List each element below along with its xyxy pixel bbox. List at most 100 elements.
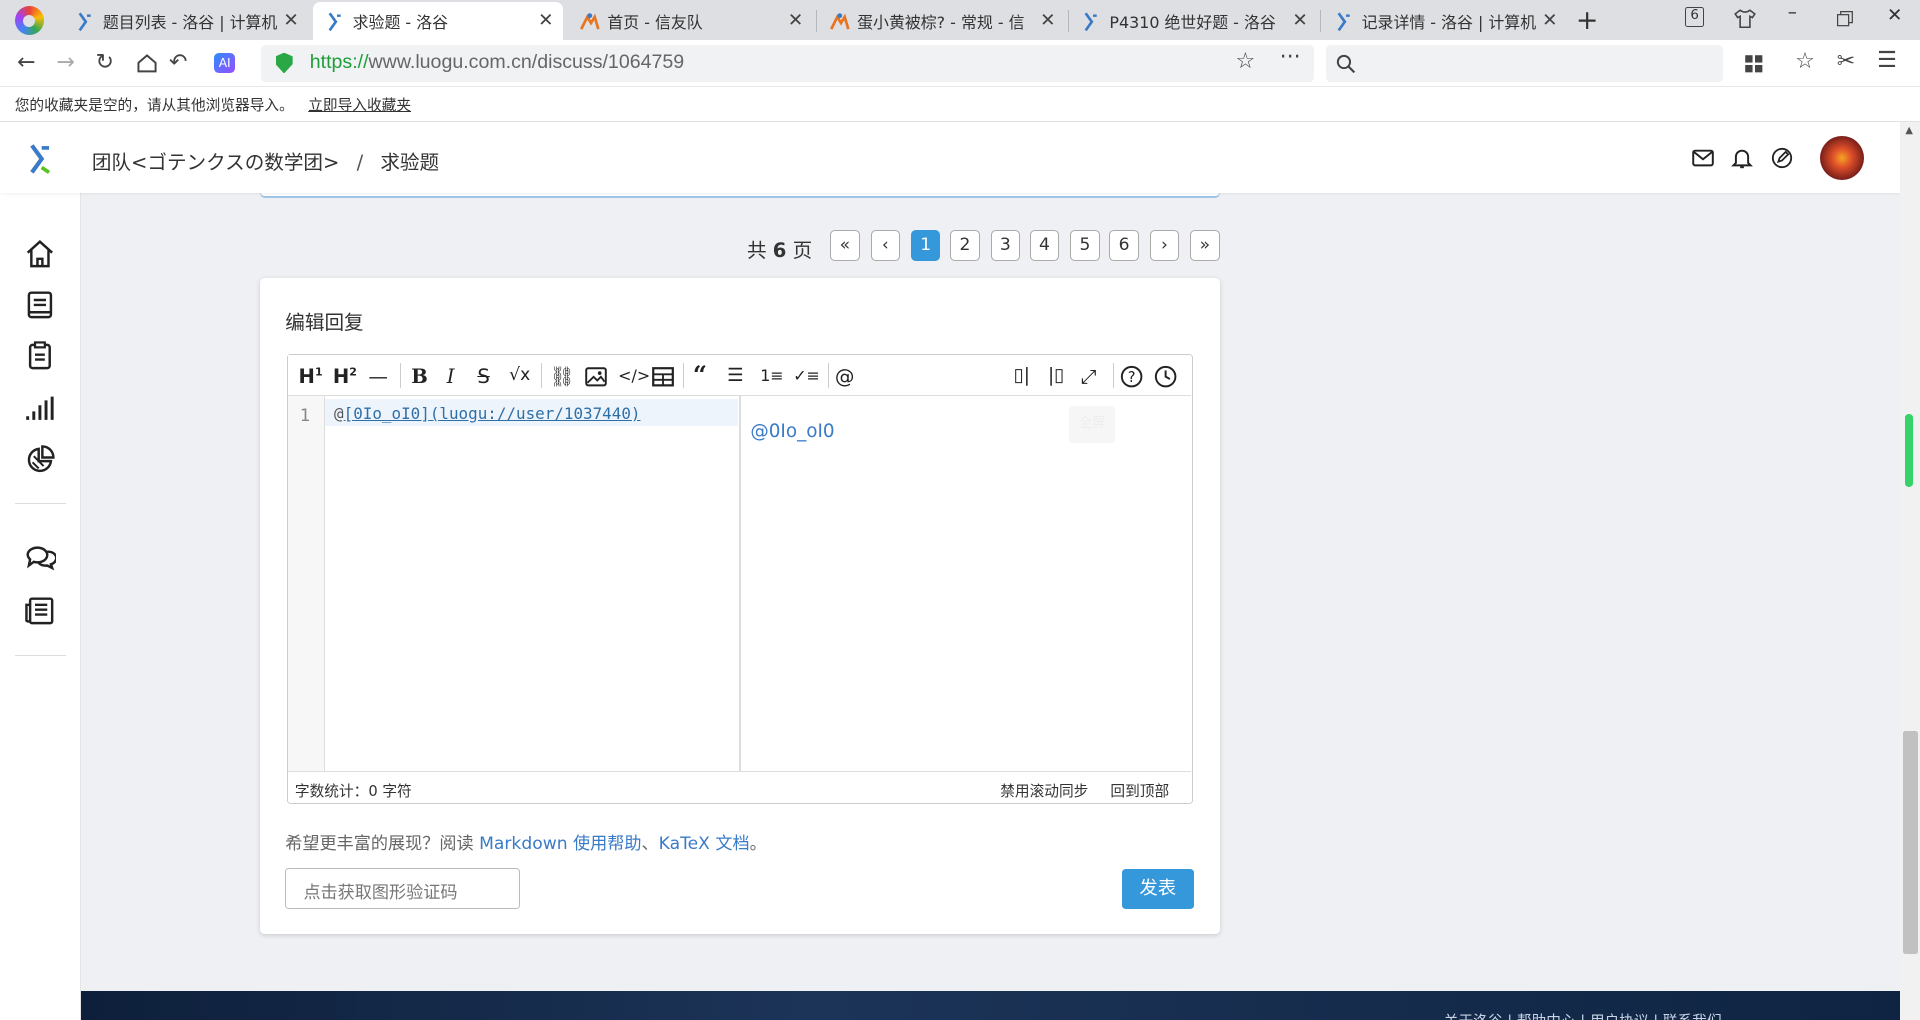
import-bookmarks-link[interactable]: 立即导入收藏夹 — [308, 97, 411, 114]
news-icon[interactable] — [24, 595, 56, 627]
page-scrollbar[interactable]: ▲ — [1900, 122, 1920, 1020]
link-icon[interactable]: ⛓ — [550, 365, 575, 388]
page-button-4[interactable]: 4 — [1029, 230, 1060, 261]
tab-xyd-home[interactable]: 首页 - 信友队 ✕ — [568, 2, 813, 40]
luogu-logo-icon[interactable] — [27, 143, 51, 175]
italic-icon[interactable]: I — [447, 365, 455, 388]
code-icon[interactable]: </> — [618, 366, 650, 385]
problem-book-icon[interactable] — [24, 289, 56, 321]
close-icon[interactable]: ✕ — [1292, 10, 1307, 31]
tab-xyd-post[interactable]: 蛋小黄被棕? - 常规 - 信 ✕ — [818, 2, 1065, 40]
new-tab-button[interactable]: + — [1576, 5, 1599, 36]
close-icon[interactable]: ✕ — [788, 10, 803, 31]
horizontal-rule-icon[interactable]: — — [368, 365, 388, 388]
scrollbar-thumb[interactable] — [1902, 731, 1918, 954]
mail-icon[interactable] — [1692, 147, 1715, 169]
ordered-list-icon[interactable]: 1≡ — [760, 366, 783, 385]
page-button-2[interactable]: 2 — [950, 230, 980, 261]
line-number-gutter: 1 — [287, 396, 326, 772]
clipboard-icon[interactable] — [24, 340, 56, 372]
scroll-up-arrow[interactable]: ▲ — [1905, 125, 1913, 136]
address-bar[interactable]: https://www.luogu.com.cn/discuss/1064759… — [260, 45, 1314, 83]
star-icon[interactable]: ☆ — [1236, 49, 1256, 74]
preview-mention-link[interactable]: @0Io_oI0 — [750, 421, 834, 442]
heading-2-icon[interactable]: H2 — [333, 365, 357, 388]
back-icon[interactable]: ← — [17, 50, 35, 75]
xinyoudui-icon — [580, 13, 600, 30]
tab-bar: 题目列表 - 洛谷 | 计算机 ✕ 求验题 - 洛谷 ✕ 首页 - 信友队 ✕ … — [0, 0, 1920, 41]
menu-icon[interactable]: ☰ — [1877, 48, 1897, 73]
page-button-3[interactable]: 3 — [990, 230, 1020, 261]
code-editor-text[interactable]: @[0Io_oI0](luogu://user/1037440) — [334, 404, 640, 423]
prev-page-button[interactable]: ‹ — [870, 230, 900, 261]
katex-docs-link[interactable]: KaTeX 文档 — [659, 834, 750, 854]
split-left-icon[interactable]: ▯| — [1014, 365, 1030, 386]
page-button-6[interactable]: 6 — [1109, 230, 1139, 261]
tab-active[interactable]: 求验题 - 洛谷 ✕ — [313, 2, 564, 41]
editor-split-divider[interactable] — [739, 396, 741, 772]
captcha-input[interactable]: 点击获取图形验证码 — [285, 868, 521, 909]
minimize-button[interactable]: – — [1788, 2, 1797, 23]
search-box[interactable] — [1326, 45, 1723, 83]
tab-problem-list[interactable]: 题目列表 - 洛谷 | 计算机 ✕ — [64, 2, 309, 40]
next-page-button[interactable]: › — [1149, 230, 1180, 261]
pie-chart-icon[interactable] — [24, 444, 56, 476]
edit-icon[interactable] — [1771, 147, 1793, 169]
mention-icon[interactable]: @ — [835, 365, 855, 388]
browser-logo-icon[interactable] — [14, 6, 45, 36]
undo-icon[interactable]: ↶ — [169, 50, 187, 75]
tab-title: 首页 - 信友队 — [607, 12, 703, 32]
restore-button[interactable] — [1836, 11, 1853, 27]
tab-count-badge[interactable]: 6 — [1684, 7, 1705, 27]
markdown-hint: 希望更丰富的展现？阅读 Markdown 使用帮助、KaTeX 文档。 — [285, 833, 767, 854]
close-icon[interactable]: ✕ — [283, 10, 298, 31]
discussion-icon[interactable] — [24, 541, 57, 573]
table-icon[interactable] — [652, 367, 675, 387]
split-view-icon[interactable]: |▯ — [1048, 365, 1064, 386]
formula-icon[interactable]: √x — [509, 365, 530, 385]
footer-links[interactable]: 关于洛谷 | 帮助中心 | 用户协议 | 联系我们 — [1444, 1010, 1722, 1020]
page-button-1[interactable]: 1 — [911, 230, 941, 261]
url-text[interactable]: https://www.luogu.com.cn/discuss/1064759 — [310, 51, 684, 74]
ai-icon[interactable]: AI — [214, 52, 236, 74]
markdown-help-link[interactable]: Markdown 使用帮助 — [479, 834, 641, 854]
close-icon[interactable]: ✕ — [1040, 10, 1055, 31]
close-icon[interactable]: ✕ — [538, 10, 553, 31]
history-clock-icon[interactable] — [1154, 365, 1177, 388]
forward-icon[interactable]: → — [56, 50, 74, 75]
checklist-icon[interactable]: ✓≡ — [793, 366, 820, 385]
page-button-5[interactable]: 5 — [1070, 230, 1100, 261]
shirt-icon[interactable] — [1734, 8, 1756, 29]
help-icon[interactable]: ? — [1120, 365, 1143, 388]
scissors-icon[interactable]: ✂ — [1837, 49, 1855, 74]
fullscreen-hint-button[interactable]: 全屏 — [1068, 406, 1116, 443]
favorites-icon[interactable]: ☆ — [1795, 49, 1815, 74]
home-icon[interactable] — [136, 53, 158, 74]
close-icon[interactable]: ✕ — [1542, 10, 1557, 31]
last-page-button[interactable]: » — [1190, 230, 1220, 261]
breadcrumb-team[interactable]: 团队<ゴテンクスの数学团> — [92, 151, 340, 174]
tab-separator — [815, 9, 817, 32]
quote-icon[interactable]: “ — [693, 360, 707, 389]
back-to-top-button[interactable]: 回到顶部 — [1110, 780, 1169, 801]
reload-icon[interactable]: ↻ — [96, 50, 114, 75]
ranking-bars-icon[interactable] — [24, 393, 56, 425]
tab-p4310[interactable]: P4310 绝世好题 - 洛谷 ✕ — [1070, 2, 1317, 40]
disable-scroll-sync-button[interactable]: 禁用滚动同步 — [1000, 780, 1088, 801]
more-icon[interactable]: ··· — [1280, 45, 1301, 70]
window-close-button[interactable]: ✕ — [1887, 5, 1902, 26]
apps-grid-icon[interactable] — [1744, 54, 1764, 74]
tab-record[interactable]: 记录详情 - 洛谷 | 计算机 ✕ — [1322, 2, 1567, 40]
avatar[interactable] — [1819, 135, 1864, 180]
first-page-button[interactable]: « — [830, 230, 860, 261]
strikethrough-icon[interactable]: S — [477, 365, 489, 388]
fullscreen-icon[interactable]: ⤢ — [1081, 365, 1097, 388]
heading-1-icon[interactable]: H1 — [299, 365, 323, 388]
bell-icon[interactable] — [1731, 147, 1754, 169]
bullet-list-icon[interactable]: ☰ — [727, 365, 743, 386]
tab-title: 记录详情 - 洛谷 | 计算机 — [1361, 12, 1537, 32]
bold-icon[interactable]: B — [411, 365, 428, 388]
image-icon[interactable] — [585, 367, 607, 387]
home-icon[interactable] — [24, 238, 56, 270]
submit-button[interactable]: 发表 — [1121, 869, 1194, 909]
